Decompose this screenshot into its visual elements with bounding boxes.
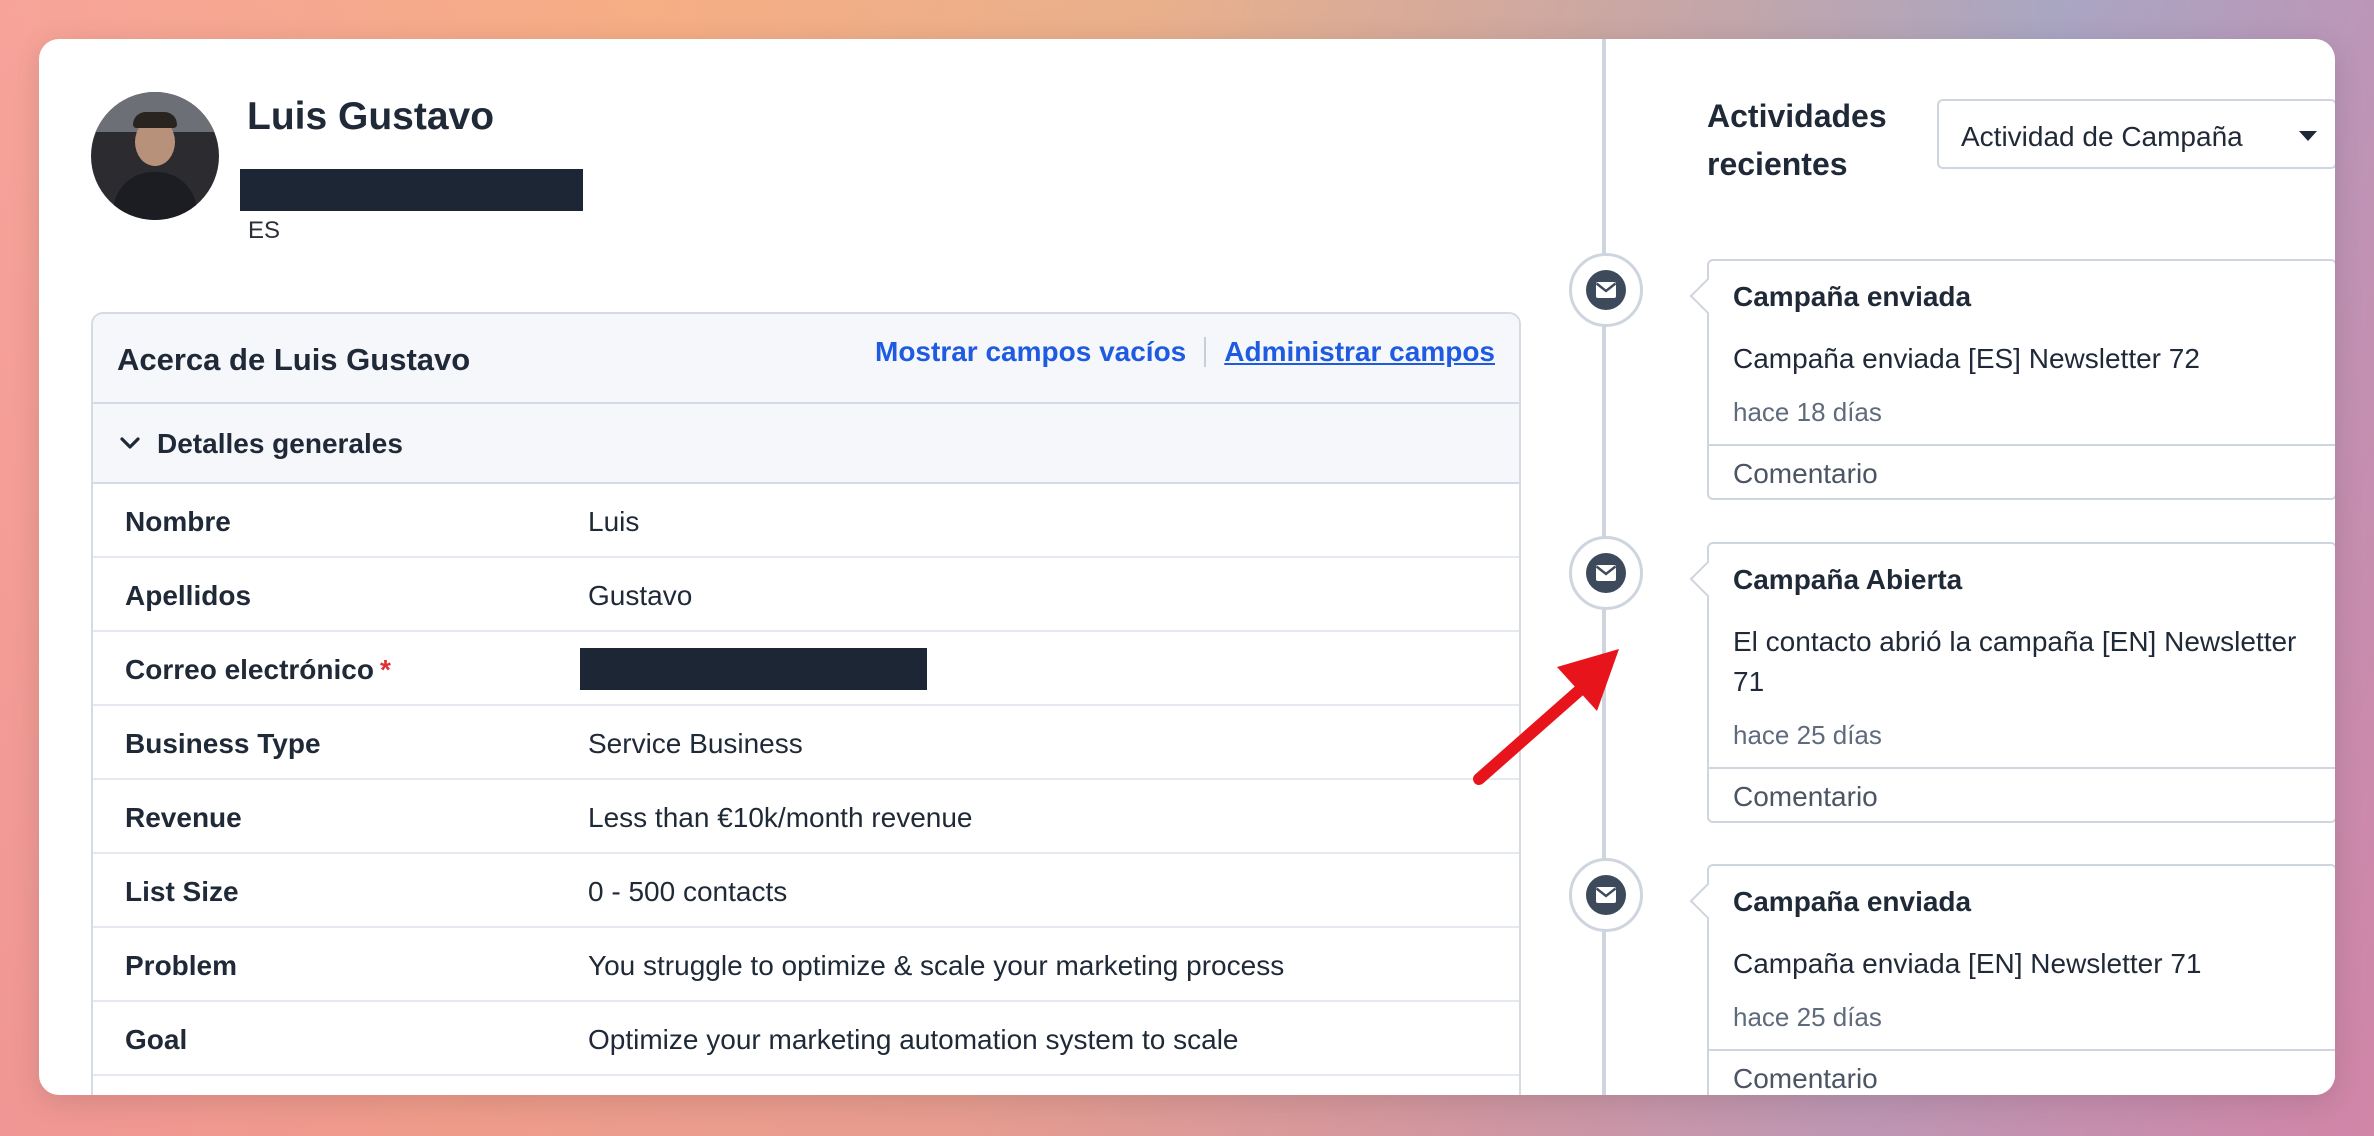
about-header: Acerca de Luis Gustavo Mostrar campos va…	[93, 314, 1519, 404]
about-panel: Acerca de Luis Gustavo Mostrar campos va…	[91, 312, 1521, 1095]
activities-title: Actividades recientes	[1707, 92, 1887, 188]
field-value[interactable]: Service Business	[588, 728, 803, 760]
envelope-icon	[1586, 270, 1626, 310]
contact-name: Luis Gustavo	[247, 95, 495, 138]
field-value[interactable]: You struggle to optimize & scale your ma…	[588, 950, 1284, 982]
event-title: Campaña enviada	[1733, 886, 1972, 917]
field-label: Goal	[125, 1024, 188, 1055]
comment-label: Comentario	[1733, 781, 1878, 812]
field-value[interactable]: Luis	[588, 506, 639, 538]
event-time: hace 18 días	[1733, 397, 1882, 427]
field-label: Correo electrónico *	[125, 654, 391, 686]
activity-event: Campaña enviada Campaña enviada [EN] New…	[1707, 864, 2335, 1095]
field-label-text: Correo electrónico	[125, 654, 374, 685]
required-marker: *	[379, 654, 391, 685]
manage-fields-link[interactable]: Administrar campos	[1206, 336, 1495, 368]
event-text: Campaña enviada [ES] Newsletter 72	[1733, 343, 2200, 374]
field-value[interactable]: 0 - 500 contacts	[588, 876, 787, 908]
envelope-icon	[1586, 875, 1626, 915]
comment-button[interactable]: Comentario	[1709, 767, 2335, 821]
event-body: Campaña Abierta El contacto abrió la cam…	[1709, 544, 2335, 767]
field-label: Nombre	[125, 506, 231, 537]
comment-button[interactable]: Comentario	[1709, 444, 2335, 498]
contact-card: Luis Gustavo ES Acerca de Luis Gustavo M…	[39, 39, 2335, 1095]
activity-event: Campaña Abierta El contacto abrió la cam…	[1707, 542, 2335, 823]
show-empty-fields-link[interactable]: Mostrar campos vacíos	[875, 336, 1204, 368]
event-body: Campaña enviada Campaña enviada [ES] New…	[1709, 261, 2335, 444]
comment-label: Comentario	[1733, 458, 1878, 489]
event-time: hace 25 días	[1733, 720, 1882, 750]
activity-filter-value: Actividad de Campaña	[1961, 121, 2243, 152]
event-title: Campaña Abierta	[1733, 564, 1963, 595]
field-value[interactable]: Gustavo	[588, 580, 692, 612]
contact-details-panel: Luis Gustavo ES Acerca de Luis Gustavo M…	[39, 39, 1602, 1095]
field-row-list-size: List Size 0 - 500 contacts	[93, 854, 1519, 928]
field-row-last-name: Apellidos Gustavo	[93, 558, 1519, 632]
section-title: Detalles generales	[157, 428, 403, 459]
field-label: Business Type	[125, 728, 321, 759]
field-label: List Size	[125, 876, 239, 907]
red-arrow-annotation	[1473, 649, 1619, 785]
contact-country: ES	[248, 217, 281, 244]
field-label: Problem	[125, 950, 238, 981]
caret-down-icon	[2299, 131, 2317, 141]
field-row-goal: Goal Optimize your marketing automation …	[93, 1002, 1519, 1076]
field-row-email: Correo electrónico *	[93, 632, 1519, 706]
event-text: El contacto abrió la campaña [EN] Newsle…	[1733, 626, 2297, 697]
field-label: Revenue	[125, 802, 242, 833]
activity-event: Campaña enviada Campaña enviada [ES] New…	[1707, 259, 2335, 500]
avatar	[91, 92, 219, 220]
field-label: Apellidos	[125, 580, 252, 611]
field-row-revenue: Revenue Less than €10k/month revenue	[93, 780, 1519, 854]
general-details-toggle[interactable]: Detalles generales	[93, 404, 1519, 484]
comment-button[interactable]: Comentario	[1709, 1049, 2335, 1095]
timeline-marker	[1569, 858, 1643, 932]
field-row-problem: Problem You struggle to optimize & scale…	[93, 928, 1519, 1002]
timeline-marker	[1569, 536, 1643, 610]
activities-title-line1: Actividades	[1707, 98, 1887, 134]
recent-activities-panel: Actividades recientes Actividad de Campa…	[1569, 39, 2335, 1095]
event-title: Campaña enviada	[1733, 281, 1972, 312]
redacted-block	[240, 169, 583, 211]
comment-label: Comentario	[1733, 1063, 1878, 1094]
about-title: Acerca de Luis Gustavo	[117, 342, 471, 377]
chevron-down-icon	[120, 437, 140, 449]
field-row-business-type: Business Type Service Business	[93, 706, 1519, 780]
activity-filter-select[interactable]: Actividad de Campaña	[1937, 99, 2335, 169]
about-links: Mostrar campos vacíos Administrar campos	[875, 336, 1495, 368]
event-time: hace 25 días	[1733, 1002, 1882, 1032]
event-text: Campaña enviada [EN] Newsletter 71	[1733, 948, 2202, 979]
field-value[interactable]: Optimize your marketing automation syste…	[588, 1024, 1238, 1056]
envelope-icon	[1586, 553, 1626, 593]
event-body: Campaña enviada Campaña enviada [EN] New…	[1709, 866, 2335, 1049]
timeline-marker	[1569, 253, 1643, 327]
field-row-first-name: Nombre Luis	[93, 484, 1519, 558]
field-value[interactable]: Less than €10k/month revenue	[588, 802, 972, 834]
activities-title-line2: recientes	[1707, 146, 1848, 182]
redacted-email[interactable]	[580, 648, 927, 690]
